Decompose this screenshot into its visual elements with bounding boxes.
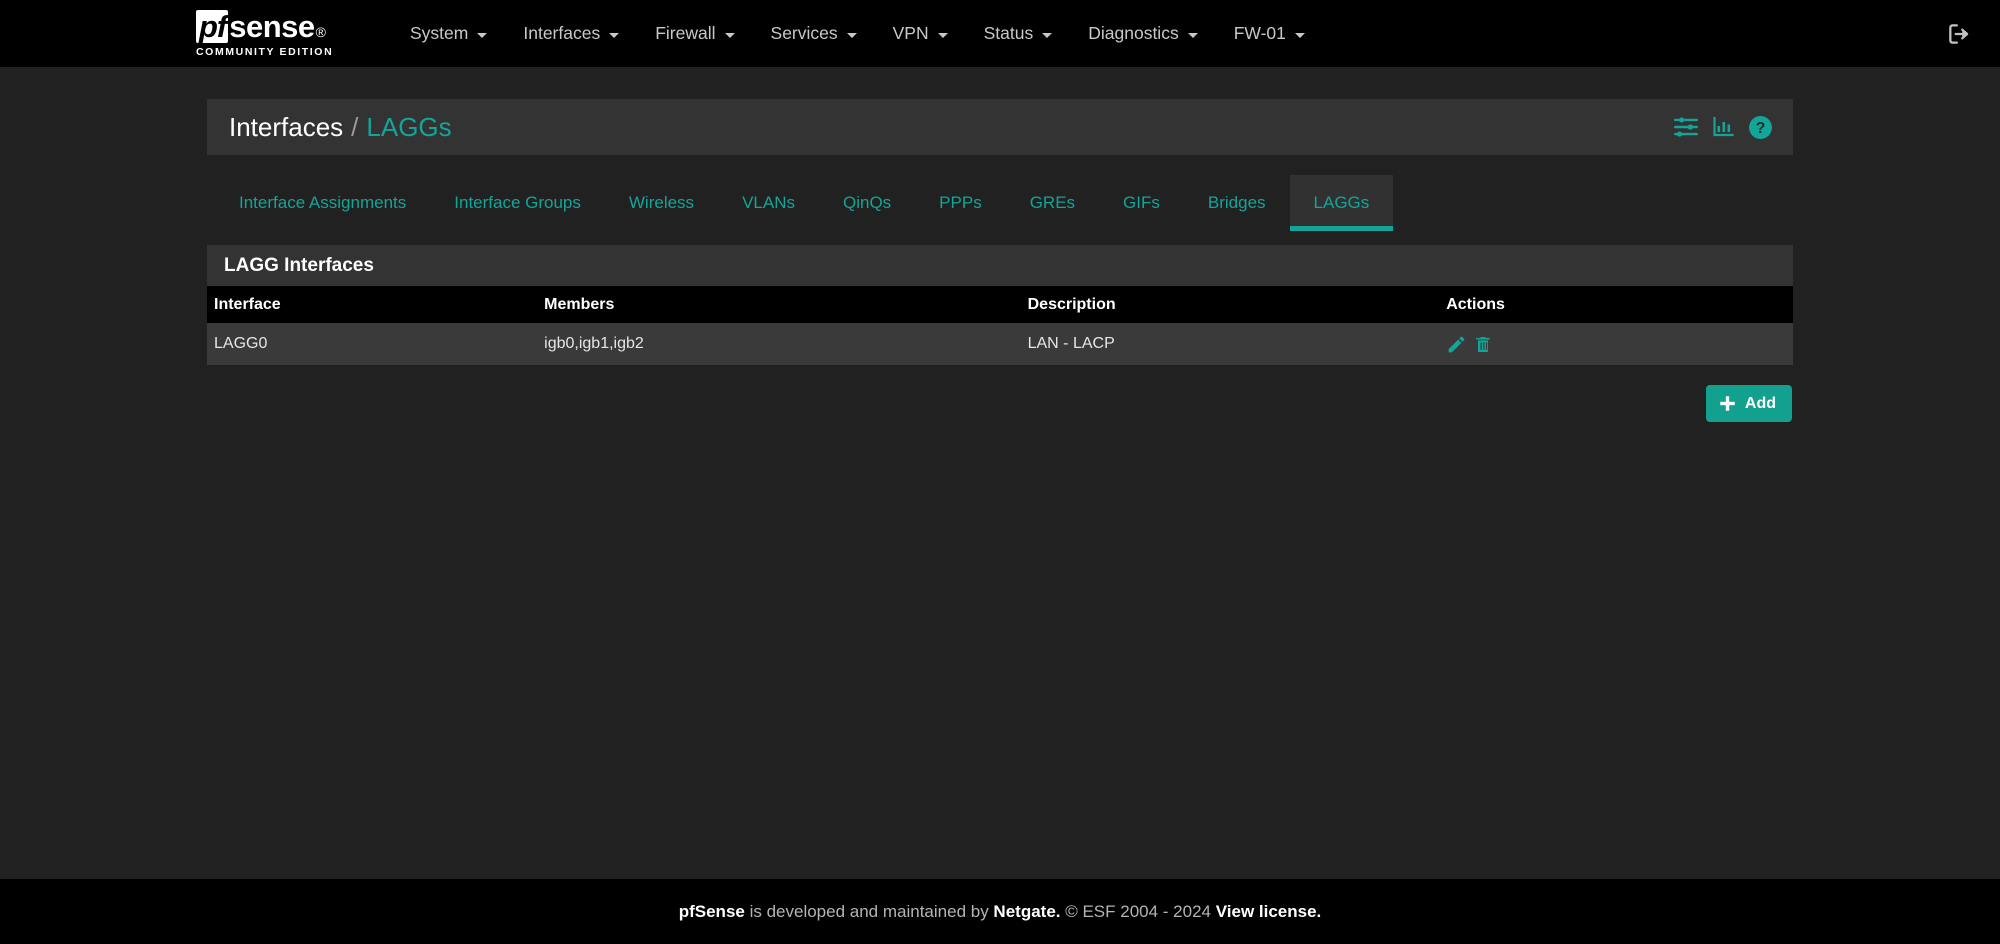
plus-icon — [1719, 395, 1736, 412]
page-container: Interfaces / LAGGs ? Interface Assignmen… — [207, 67, 1793, 422]
nav-item-services[interactable]: Services — [753, 0, 875, 67]
tab-label: VLANs — [742, 193, 795, 212]
cell-members: igb0,igb1,igb2 — [537, 323, 1021, 365]
nav-item-vpn[interactable]: VPN — [875, 0, 966, 67]
chevron-down-icon — [1042, 33, 1053, 38]
cell-actions — [1439, 323, 1793, 365]
tab-label: Bridges — [1207, 193, 1266, 212]
nav-item-status[interactable]: Status — [966, 0, 1071, 67]
nav-item-label: Status — [983, 23, 1034, 43]
breadcrumb-current: LAGGs — [366, 111, 452, 142]
tab-label: GIFs — [1123, 193, 1160, 212]
main-menu: System Interfaces Firewall Services VPN … — [392, 0, 1323, 67]
table-body: LAGG0 igb0,igb1,igb2 LAN - LACP — [207, 323, 1793, 365]
footer-license-link[interactable]: View license. — [1216, 902, 1322, 921]
sliders-icon[interactable] — [1673, 115, 1699, 139]
panel-title: LAGG Interfaces — [207, 245, 1793, 286]
chevron-down-icon — [609, 33, 620, 38]
lagg-interfaces-table: Interface Members Description Actions LA… — [207, 286, 1793, 365]
svg-text:?: ? — [1756, 120, 1766, 137]
breadcrumb: Interfaces / LAGGs — [229, 112, 452, 143]
footer-text-2: © ESF 2004 - 2024 — [1060, 901, 1216, 921]
add-button[interactable]: Add — [1705, 385, 1792, 422]
nav-item-firewall[interactable]: Firewall — [637, 0, 752, 67]
sign-out-icon[interactable] — [1946, 21, 1972, 47]
column-header-description: Description — [1020, 286, 1440, 323]
tab-interface-assignments[interactable]: Interface Assignments — [215, 175, 430, 231]
edit-icon[interactable] — [1446, 334, 1467, 355]
brand-pf-text: pf — [196, 9, 229, 43]
tab-label: PPPs — [939, 193, 982, 212]
tab-label: Interface Groups — [454, 193, 581, 212]
nav-item-diagnostics[interactable]: Diagnostics — [1070, 0, 1215, 67]
tab-label: Wireless — [628, 193, 695, 212]
nav-item-label: Interfaces — [523, 23, 601, 43]
nav-item-label: Diagnostics — [1088, 23, 1179, 43]
nav-item-label: FW-01 — [1233, 23, 1286, 43]
tab-gifs[interactable]: GIFs — [1099, 175, 1184, 231]
bar-chart-icon[interactable] — [1711, 115, 1736, 139]
column-header-interface: Interface — [207, 286, 538, 323]
nav-item-system[interactable]: System — [392, 0, 505, 67]
row-action-buttons — [1446, 334, 1793, 355]
tab-ppps[interactable]: PPPs — [915, 175, 1006, 231]
nav-item-fw-01[interactable]: FW-01 — [1216, 0, 1323, 67]
footer-netgate-link[interactable]: Netgate. — [993, 902, 1060, 921]
tab-label: LAGGs — [1313, 193, 1370, 212]
tab-laggs[interactable]: LAGGs — [1289, 175, 1394, 231]
brand-registered-mark: ® — [315, 23, 326, 40]
help-icon[interactable]: ? — [1748, 115, 1773, 140]
delete-icon[interactable] — [1473, 334, 1493, 355]
chevron-down-icon — [937, 33, 948, 38]
footer-product-name: pfSense — [678, 901, 745, 921]
tab-vlans[interactable]: VLANs — [718, 175, 819, 231]
cell-interface: LAGG0 — [207, 323, 538, 365]
tab-label: GREs — [1029, 193, 1076, 212]
chevron-down-icon — [477, 33, 488, 38]
nav-item-label: Firewall — [655, 23, 716, 43]
navbar-right-actions — [1946, 0, 1972, 67]
chevron-down-icon — [724, 33, 735, 38]
tab-label: QinQs — [842, 193, 892, 212]
brand-subtitle: COMMUNITY EDITION — [196, 45, 334, 58]
tab-qinqs[interactable]: QinQs — [819, 175, 915, 231]
table-header: Interface Members Description Actions — [207, 286, 1793, 323]
brand-sense-text: sense — [229, 8, 315, 44]
tab-wireless[interactable]: Wireless — [605, 175, 718, 231]
tab-gres[interactable]: GREs — [1006, 175, 1099, 231]
cell-description: LAN - LACP — [1020, 323, 1440, 365]
nav-item-label: VPN — [892, 23, 929, 43]
footer-text-1: is developed and maintained by — [744, 901, 994, 921]
column-header-actions: Actions — [1439, 286, 1793, 323]
nav-item-label: System — [410, 23, 469, 43]
breadcrumb-parent[interactable]: Interfaces — [229, 112, 343, 143]
tab-interface-groups[interactable]: Interface Groups — [430, 175, 605, 231]
chevron-down-icon — [1187, 33, 1198, 38]
pfsense-logo[interactable]: pf sense ® COMMUNITY EDITION — [196, 8, 356, 58]
add-button-label: Add — [1744, 394, 1776, 412]
chevron-down-icon — [1294, 33, 1305, 38]
chevron-down-icon — [846, 33, 857, 38]
table-header-row: Interface Members Description Actions — [207, 286, 1793, 323]
table-row[interactable]: LAGG0 igb0,igb1,igb2 LAN - LACP — [207, 323, 1793, 365]
top-navbar: pf sense ® COMMUNITY EDITION System Interf… — [0, 0, 2000, 67]
breadcrumb-separator: / — [351, 111, 359, 142]
page-footer: pfSense is developed and maintained by N… — [0, 879, 2000, 944]
lagg-interfaces-panel: LAGG Interfaces Interface Members Descri… — [207, 245, 1793, 365]
column-header-members: Members — [537, 286, 1021, 323]
interface-tabs: Interface Assignments Interface Groups W… — [207, 175, 1793, 231]
tab-label: Interface Assignments — [239, 193, 407, 212]
nav-item-label: Services — [770, 23, 838, 43]
nav-item-interfaces[interactable]: Interfaces — [505, 0, 637, 67]
page-header: Interfaces / LAGGs ? — [207, 99, 1793, 155]
tab-bridges[interactable]: Bridges — [1184, 175, 1290, 231]
panel-actions: Add — [207, 385, 1793, 422]
brand-logo-wordmark: pf sense ® — [196, 8, 326, 44]
page-header-icons: ? — [1673, 115, 1773, 140]
